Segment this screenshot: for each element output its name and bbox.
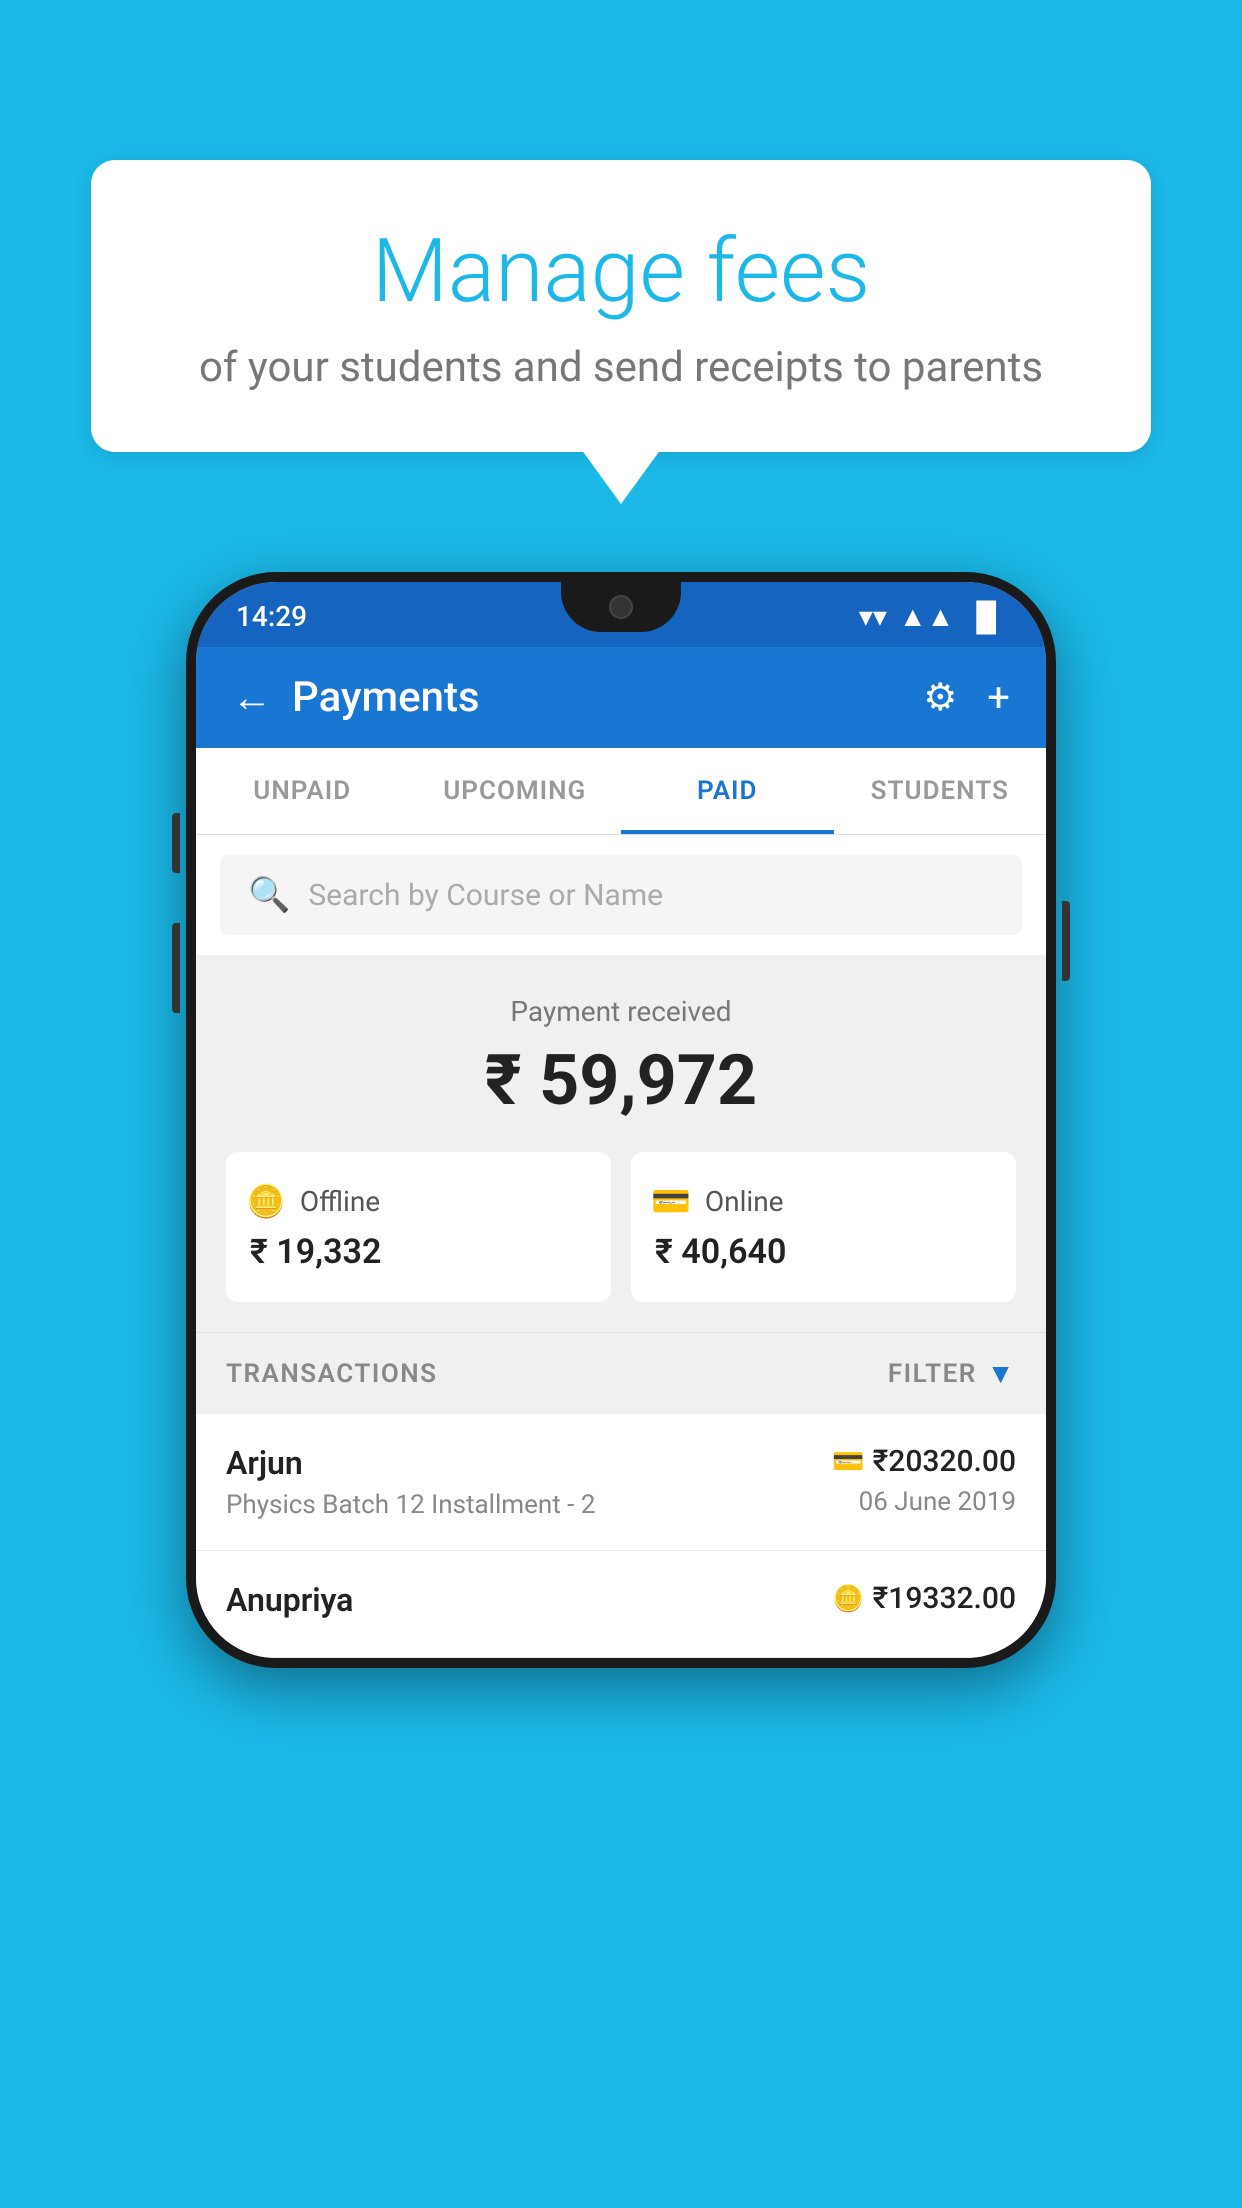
offline-card-header: 🪙 Offline	[246, 1182, 591, 1220]
txn-detail-1: Physics Batch 12 Installment - 2	[226, 1490, 595, 1520]
payment-total-amount: ₹ 59,972	[226, 1040, 1016, 1122]
transactions-label: TRANSACTIONS	[226, 1359, 438, 1389]
wifi-icon: ▾▾	[859, 600, 887, 633]
txn-amount-1: 💳 ₹20320.00	[832, 1444, 1016, 1479]
online-label: Online	[705, 1185, 784, 1218]
bubble-subtitle: of your students and send receipts to pa…	[171, 343, 1071, 392]
volume-down-button	[172, 923, 180, 1013]
transactions-header: TRANSACTIONS FILTER ▼	[196, 1332, 1046, 1414]
txn-name-2: Anupriya	[226, 1581, 353, 1619]
table-row[interactable]: Anupriya 🪙 ₹19332.00	[196, 1551, 1046, 1658]
tabs: UNPAID UPCOMING PAID STUDENTS	[196, 748, 1046, 835]
app-bar: ← Payments ⚙ +	[196, 647, 1046, 748]
speech-bubble: Manage fees of your students and send re…	[91, 160, 1151, 452]
txn-right-1: 💳 ₹20320.00 06 June 2019	[832, 1444, 1016, 1517]
tab-unpaid[interactable]: UNPAID	[196, 748, 409, 834]
txn-left-2: Anupriya	[226, 1581, 353, 1627]
payment-summary: Payment received ₹ 59,972 🪙 Offline ₹ 19…	[196, 955, 1046, 1332]
phone-notch	[561, 582, 681, 632]
txn-right-2: 🪙 ₹19332.00	[832, 1581, 1016, 1624]
txn-left-1: Arjun Physics Batch 12 Installment - 2	[226, 1444, 595, 1520]
online-payment-card: 💳 Online ₹ 40,640	[631, 1152, 1016, 1302]
tab-upcoming[interactable]: UPCOMING	[409, 748, 622, 834]
search-container: 🔍 Search by Course or Name	[196, 835, 1046, 955]
payment-received-label: Payment received	[226, 995, 1016, 1028]
online-card-header: 💳 Online	[651, 1182, 996, 1220]
battery-icon: ▐▌	[966, 600, 1006, 633]
cash-payment-icon: 🪙	[832, 1584, 864, 1614]
search-input[interactable]: Search by Course or Name	[308, 878, 663, 913]
app-bar-icons: ⚙ +	[923, 674, 1010, 721]
add-button[interactable]: +	[987, 674, 1010, 721]
txn-date-1: 06 June 2019	[832, 1487, 1016, 1517]
cash-icon: 🪙	[246, 1182, 286, 1220]
offline-amount: ₹ 19,332	[246, 1232, 591, 1272]
payment-cards: 🪙 Offline ₹ 19,332 💳 Online ₹ 40,640	[226, 1152, 1016, 1302]
search-icon: 🔍	[248, 875, 290, 915]
card-payment-icon: 💳	[832, 1447, 864, 1477]
settings-icon[interactable]: ⚙	[923, 675, 957, 720]
phone-screen: 14:29 ▾▾ ▲▲ ▐▌ ← Payments ⚙ + UNPAI	[196, 582, 1046, 1658]
filter-label: FILTER	[888, 1359, 977, 1389]
txn-name-1: Arjun	[226, 1444, 595, 1482]
search-bar[interactable]: 🔍 Search by Course or Name	[220, 855, 1022, 935]
filter-button[interactable]: FILTER ▼	[888, 1357, 1016, 1390]
tab-paid[interactable]: PAID	[621, 748, 834, 834]
table-row[interactable]: Arjun Physics Batch 12 Installment - 2 💳…	[196, 1414, 1046, 1551]
card-icon: 💳	[651, 1182, 691, 1220]
app-bar-title: Payments	[292, 673, 923, 722]
filter-icon: ▼	[987, 1357, 1016, 1390]
offline-label: Offline	[300, 1185, 380, 1218]
phone-wrapper: 14:29 ▾▾ ▲▲ ▐▌ ← Payments ⚙ + UNPAI	[186, 572, 1056, 1668]
status-icons: ▾▾ ▲▲ ▐▌	[859, 600, 1006, 633]
back-button[interactable]: ←	[232, 674, 272, 721]
tab-students[interactable]: STUDENTS	[834, 748, 1047, 834]
txn-amount-2: 🪙 ₹19332.00	[832, 1581, 1016, 1616]
offline-payment-card: 🪙 Offline ₹ 19,332	[226, 1152, 611, 1302]
power-button	[1062, 901, 1070, 981]
phone-frame: 14:29 ▾▾ ▲▲ ▐▌ ← Payments ⚙ + UNPAI	[186, 572, 1056, 1668]
volume-up-button	[172, 813, 180, 873]
status-time: 14:29	[236, 600, 307, 633]
front-camera	[609, 595, 633, 619]
bubble-title: Manage fees	[171, 220, 1071, 323]
signal-icon: ▲▲	[899, 600, 954, 633]
online-amount: ₹ 40,640	[651, 1232, 996, 1272]
